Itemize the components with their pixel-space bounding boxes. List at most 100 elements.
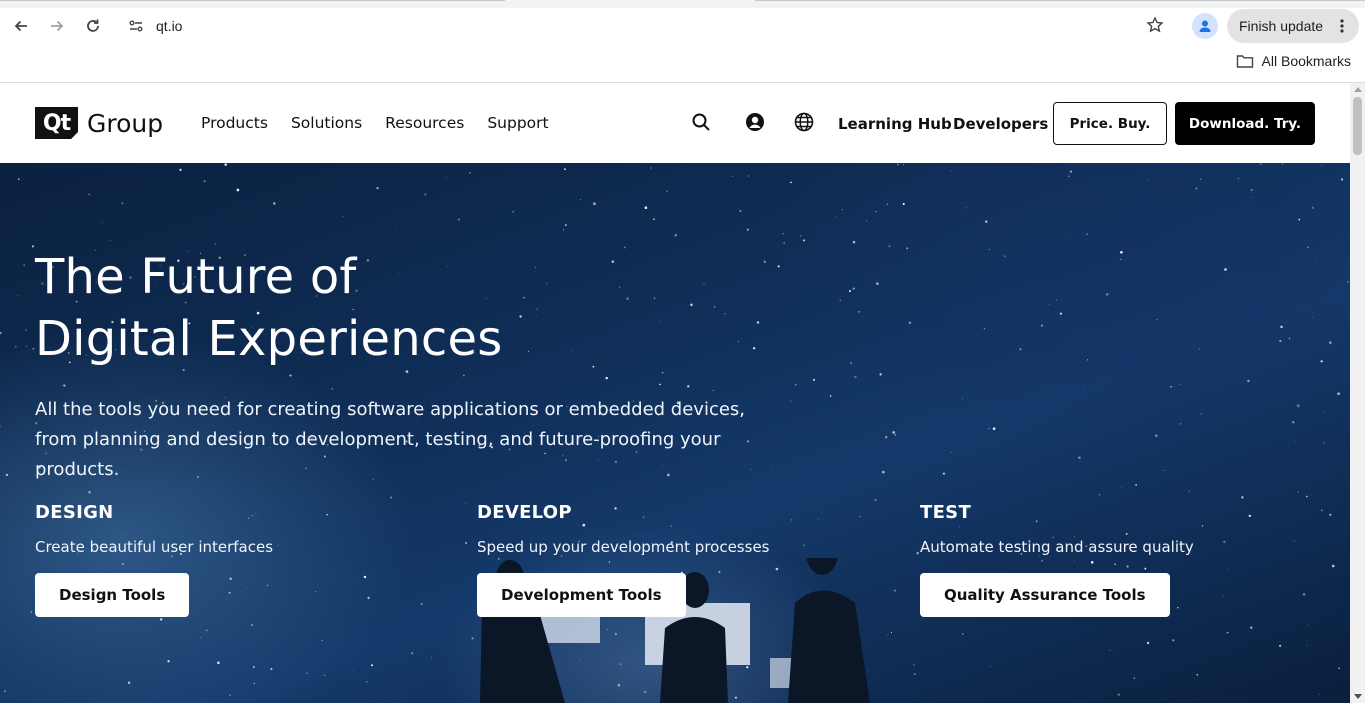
star-dot: [800, 235, 802, 237]
learning-hub-link[interactable]: Learning Hub: [838, 115, 952, 133]
star-dot: [465, 503, 467, 504]
star-dot: [1237, 177, 1240, 180]
site-info-icon[interactable]: [128, 18, 144, 39]
star-dot: [1260, 163, 1262, 166]
nav-solutions[interactable]: Solutions: [291, 114, 362, 132]
star-dot: [1250, 196, 1252, 198]
star-dot: [1320, 360, 1323, 363]
star-dot: [102, 221, 104, 223]
star-dot: [1163, 469, 1165, 472]
scroll-up-arrow-icon[interactable]: [1354, 87, 1362, 92]
account-icon[interactable]: [744, 111, 766, 133]
development-tools-button[interactable]: Development Tools: [477, 573, 686, 617]
star-dot: [988, 428, 990, 430]
star-dot: [906, 247, 909, 250]
star-dot: [983, 328, 986, 330]
bookmark-star-icon[interactable]: [1146, 16, 1164, 39]
back-button[interactable]: [7, 12, 35, 40]
star-dot: [738, 340, 739, 342]
search-icon[interactable]: [690, 111, 712, 133]
star-dot: [881, 470, 885, 474]
test-heading: TEST: [920, 502, 972, 523]
star-dot: [1155, 434, 1158, 437]
address-bar[interactable]: qt.io: [118, 10, 1176, 42]
star-dot: [1156, 318, 1158, 320]
star-dot: [653, 218, 655, 221]
page-scrollbar[interactable]: [1350, 83, 1365, 703]
star-dot: [908, 321, 912, 324]
star-dot: [1247, 379, 1250, 383]
star-dot: [795, 384, 797, 386]
star-dot: [1250, 626, 1253, 629]
star-dot: [783, 242, 786, 244]
star-dot: [902, 164, 904, 166]
reload-icon: [87, 19, 99, 32]
nav-products[interactable]: Products: [201, 114, 268, 132]
nav-support[interactable]: Support: [487, 114, 548, 132]
star-dot: [0, 425, 1, 427]
star-dot: [756, 321, 760, 324]
star-dot: [253, 682, 255, 684]
star-dot: [1195, 187, 1198, 190]
scrollbar-thumb[interactable]: [1353, 97, 1362, 155]
star-dot: [366, 680, 368, 683]
star-dot: [571, 350, 572, 352]
star-dot: [674, 233, 678, 237]
all-bookmarks-button[interactable]: All Bookmarks: [1236, 53, 1351, 69]
star-dot: [950, 452, 952, 453]
star-dot: [9, 267, 11, 269]
star-dot: [836, 216, 837, 218]
star-dot: [746, 228, 749, 231]
star-dot: [990, 665, 991, 667]
star-dot: [1121, 487, 1122, 488]
star-dot: [1188, 490, 1190, 492]
star-dot: [644, 206, 648, 209]
star-dot: [1135, 484, 1137, 486]
star-dot: [564, 224, 567, 227]
globe-icon[interactable]: [793, 111, 815, 133]
price-buy-button[interactable]: Price. Buy.: [1053, 102, 1167, 145]
star-dot: [359, 679, 361, 680]
reload-button[interactable]: [79, 12, 107, 40]
forward-button[interactable]: [43, 12, 71, 40]
star-dot: [371, 664, 373, 667]
star-dot: [852, 240, 856, 244]
scroll-down-arrow-icon[interactable]: [1354, 694, 1362, 699]
test-column: TEST Automate testing and assure quality…: [920, 502, 1340, 617]
star-dot: [1250, 189, 1253, 191]
star-dot: [886, 203, 889, 206]
hero-title-line2: Digital Experiences: [35, 311, 503, 367]
star-dot: [592, 365, 595, 368]
star-dot: [914, 673, 916, 675]
star-dot: [579, 198, 581, 200]
qt-group-logo[interactable]: Qt Group: [35, 107, 163, 139]
star-dot: [1315, 258, 1317, 260]
star-dot: [992, 427, 996, 431]
star-dot: [1048, 304, 1050, 305]
star-dot: [1281, 163, 1284, 165]
star-dot: [321, 639, 324, 642]
web-page: Qt Group Products Solutions Resources Su…: [0, 83, 1350, 703]
finish-update-button[interactable]: Finish update: [1227, 9, 1359, 43]
star-dot: [1105, 293, 1109, 296]
star-dot: [1179, 383, 1181, 385]
star-dot: [661, 372, 664, 374]
more-vert-icon[interactable]: [1333, 17, 1351, 38]
star-dot: [397, 701, 398, 703]
star-dot: [782, 232, 784, 235]
download-try-button[interactable]: Download. Try.: [1175, 102, 1315, 145]
design-tools-button[interactable]: Design Tools: [35, 573, 190, 617]
main-nav: Products Solutions Resources Support: [201, 114, 572, 132]
quality-assurance-tools-button[interactable]: Quality Assurance Tools: [920, 573, 1170, 617]
star-dot: [866, 220, 867, 222]
developers-link[interactable]: Developers: [953, 115, 1048, 133]
star-dot: [534, 266, 537, 269]
star-dot: [875, 210, 878, 213]
nav-resources[interactable]: Resources: [385, 114, 464, 132]
star-dot: [1292, 421, 1295, 424]
star-dot: [1337, 392, 1340, 396]
profile-avatar-icon[interactable]: [1192, 13, 1218, 39]
star-dot: [1279, 339, 1282, 342]
star-dot: [732, 175, 733, 177]
star-dot: [1296, 404, 1300, 408]
